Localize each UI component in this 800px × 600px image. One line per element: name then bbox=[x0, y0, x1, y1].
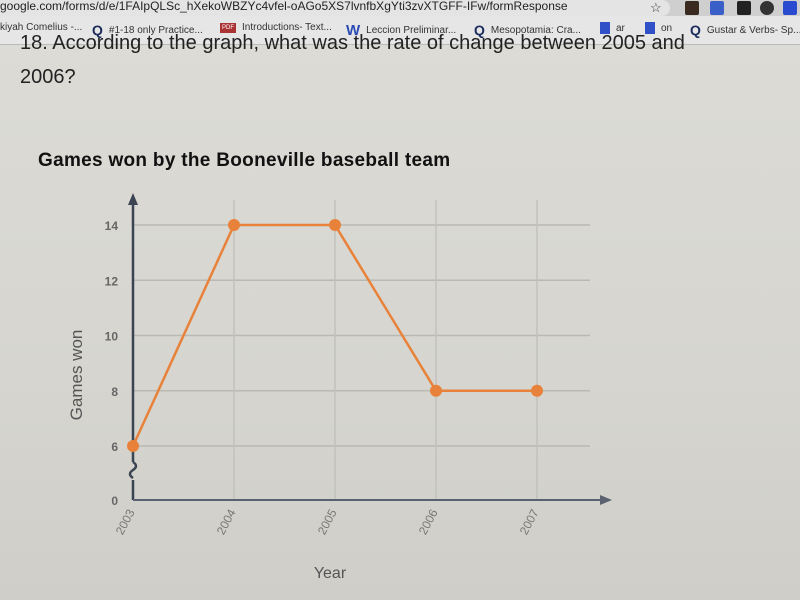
x-axis-label: Year bbox=[314, 565, 347, 582]
x-tick-label: 2005 bbox=[315, 507, 340, 537]
x-axis-arrow bbox=[600, 495, 612, 505]
grid bbox=[133, 200, 590, 500]
x-tick-labels: 2003 2004 2005 2006 2007 bbox=[113, 507, 542, 537]
y-axis bbox=[128, 198, 138, 500]
axes bbox=[128, 193, 612, 505]
x-tick-label: 2003 bbox=[113, 507, 138, 537]
y-tick-label: 12 bbox=[105, 274, 119, 288]
data-point bbox=[531, 384, 543, 397]
y-axis-arrow bbox=[128, 193, 138, 205]
x-tick-label: 2004 bbox=[214, 507, 239, 537]
y-tick-label: 10 bbox=[105, 330, 119, 344]
data-point bbox=[228, 219, 240, 231]
y-tick-label: 6 bbox=[111, 440, 118, 454]
y-tick-label: 8 bbox=[111, 385, 118, 399]
y-tick-label: 0 bbox=[111, 494, 118, 508]
y-tick-label: 14 bbox=[105, 219, 119, 233]
data-point bbox=[127, 440, 139, 452]
data-point bbox=[329, 219, 341, 231]
x-tick-label: 2006 bbox=[416, 507, 441, 537]
data-point bbox=[430, 384, 442, 397]
x-tick-label: 2007 bbox=[517, 507, 542, 537]
y-axis-label: Games won bbox=[67, 330, 86, 421]
line-chart: 0 6 8 10 12 14 2003 2004 2005 2006 2007 Games won… bbox=[67, 193, 612, 582]
y-tick-labels: 0 6 8 10 12 14 bbox=[105, 219, 119, 508]
